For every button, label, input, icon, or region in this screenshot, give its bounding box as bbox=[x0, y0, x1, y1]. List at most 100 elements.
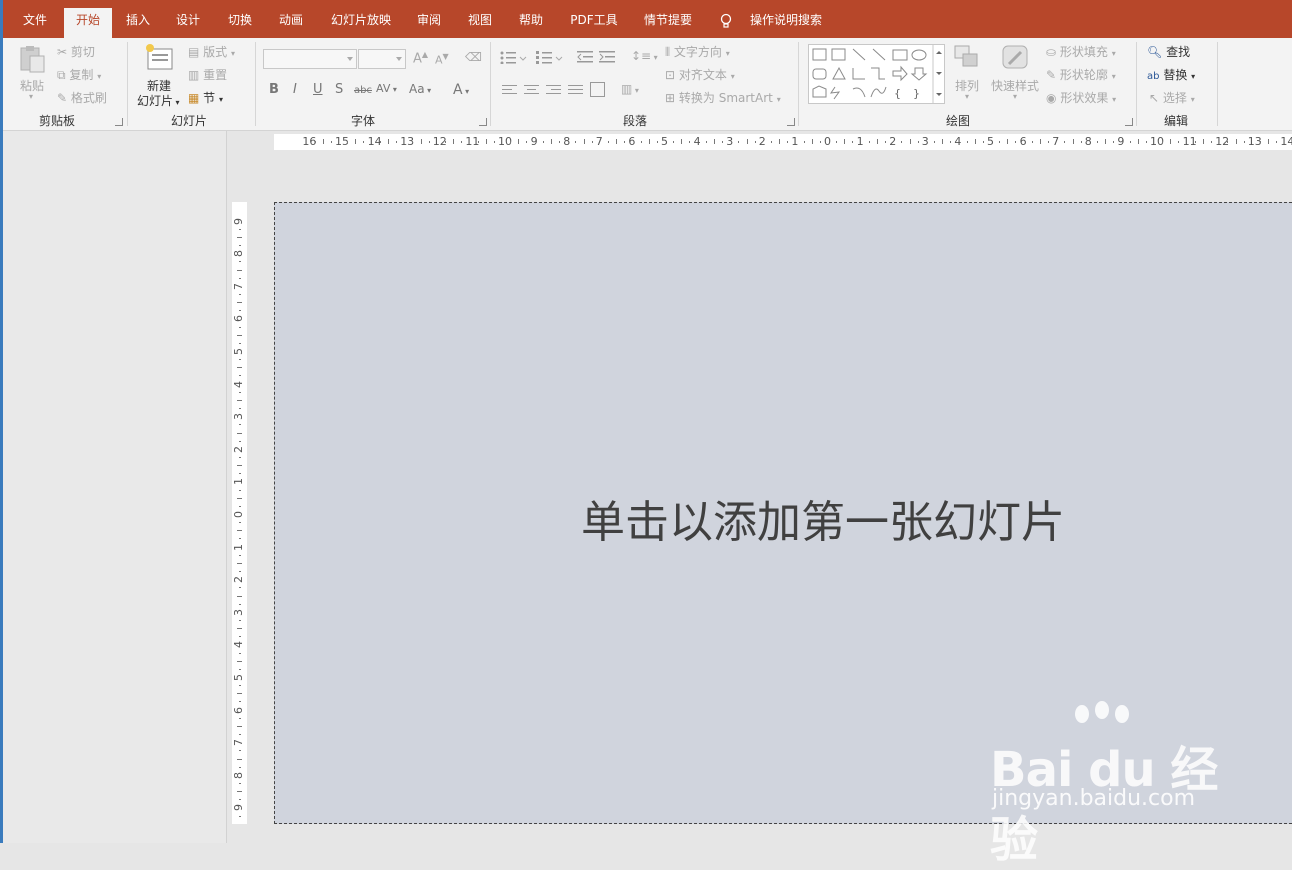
tab-design[interactable]: 设计 bbox=[166, 0, 210, 38]
font-name-combo[interactable] bbox=[263, 49, 357, 69]
ruler-tick bbox=[518, 139, 520, 144]
ruler-tick bbox=[583, 139, 585, 144]
ruler-label: 1 bbox=[856, 135, 864, 148]
ruler-tick bbox=[239, 685, 241, 687]
numbering-icon[interactable] bbox=[536, 50, 564, 67]
watermark-url: jingyan.baidu.com bbox=[992, 786, 1196, 811]
ruler-label: 7 bbox=[232, 739, 245, 747]
tab-file[interactable]: 文件 bbox=[9, 0, 61, 38]
tab-transitions[interactable]: 切换 bbox=[218, 0, 262, 38]
font-size-combo[interactable] bbox=[358, 49, 406, 69]
layout-button[interactable]: ▤ 版式 ▾ bbox=[188, 43, 235, 60]
ruler-tick bbox=[239, 359, 241, 361]
tab-review[interactable]: 审阅 bbox=[407, 0, 451, 38]
paragraph-launcher-icon[interactable] bbox=[787, 118, 795, 126]
ruler-label: 8 bbox=[563, 135, 571, 148]
align-right-icon[interactable] bbox=[546, 85, 561, 97]
ruler-label: 7 bbox=[232, 282, 245, 290]
tab-slideshow[interactable]: 幻灯片放映 bbox=[323, 0, 399, 38]
ruler-label: 6 bbox=[232, 315, 245, 323]
underline-button[interactable]: U bbox=[313, 82, 323, 97]
drawing-launcher-icon[interactable] bbox=[1125, 118, 1133, 126]
tab-help[interactable]: 帮助 bbox=[509, 0, 553, 38]
clipboard-launcher-icon[interactable] bbox=[115, 118, 123, 126]
shape-fill-button[interactable]: ⛀ 形状填充 ▾ bbox=[1046, 43, 1116, 60]
char-spacing-button[interactable]: AV ▾ bbox=[376, 82, 397, 95]
reset-button[interactable]: ▥ 重置 bbox=[188, 66, 227, 83]
ruler-tick bbox=[885, 141, 887, 143]
ruler-tick bbox=[722, 141, 724, 143]
font-launcher-icon[interactable] bbox=[479, 118, 487, 126]
paste-icon[interactable] bbox=[17, 44, 47, 73]
font-color-button[interactable]: A ▾ bbox=[453, 82, 469, 98]
ruler-tick bbox=[237, 334, 242, 336]
ruler-tick bbox=[237, 236, 242, 238]
bullets-icon[interactable] bbox=[500, 50, 528, 67]
ruler-tick bbox=[999, 141, 1001, 143]
tab-animations[interactable]: 动画 bbox=[269, 0, 313, 38]
slide-placeholder-text[interactable]: 单击以添加第一张幻灯片 bbox=[581, 486, 1065, 550]
grow-font-button[interactable]: A▲ bbox=[413, 50, 428, 66]
align-text-button[interactable]: ⊡ 对齐文本 ▾ bbox=[665, 66, 735, 83]
ruler-tick bbox=[314, 141, 316, 143]
tell-me-search[interactable]: 操作说明搜索 bbox=[743, 0, 829, 38]
justify-icon[interactable] bbox=[568, 85, 583, 97]
ruler-tick bbox=[876, 139, 878, 144]
new-slide-dropdown[interactable]: 幻灯片 ▾ bbox=[137, 92, 180, 109]
arrange-icon[interactable] bbox=[953, 44, 981, 70]
shadow-button[interactable]: S bbox=[335, 82, 343, 97]
ruler-tick bbox=[1048, 141, 1050, 143]
align-center-icon[interactable] bbox=[524, 85, 539, 97]
align-text-icon: ⊡ bbox=[665, 68, 676, 82]
increase-indent-icon[interactable] bbox=[599, 50, 615, 67]
align-left-icon[interactable] bbox=[502, 85, 517, 97]
quick-styles-icon[interactable] bbox=[1001, 44, 1031, 72]
ruler-label: 3 bbox=[232, 413, 245, 421]
ruler-label: 14 bbox=[1280, 135, 1292, 148]
find-button[interactable]: 🔍︎ 查找 bbox=[1147, 43, 1190, 60]
format-painter-button[interactable]: ✎ 格式刷 bbox=[57, 89, 107, 106]
tab-insert[interactable]: 插入 bbox=[116, 0, 160, 38]
ruler-tick bbox=[493, 141, 495, 143]
replace-button[interactable]: ab 替换 ▾ bbox=[1147, 66, 1195, 83]
ruler-tick bbox=[1113, 141, 1115, 143]
smartart-button[interactable]: ⊞ 转换为 SmartArt ▾ bbox=[665, 89, 781, 106]
slide-thumbnail-pane[interactable] bbox=[3, 131, 227, 843]
strikethrough-button[interactable]: abc bbox=[354, 85, 372, 96]
ruler-tick bbox=[239, 554, 241, 556]
tab-view[interactable]: 视图 bbox=[458, 0, 502, 38]
ruler-label: 6 bbox=[628, 135, 636, 148]
change-case-button[interactable]: Aa ▾ bbox=[409, 82, 431, 96]
shape-outline-button[interactable]: ✎ 形状轮廓 ▾ bbox=[1046, 66, 1116, 83]
ruler-tick bbox=[239, 310, 241, 312]
italic-button[interactable]: I bbox=[293, 82, 297, 97]
ruler-tick bbox=[239, 538, 241, 540]
clear-format-icon[interactable]: ⌫ bbox=[465, 50, 482, 64]
tab-storyboard[interactable]: 情节提要 bbox=[635, 0, 701, 38]
copy-button[interactable]: ⧉ 复制 ▾ bbox=[57, 66, 101, 83]
new-slide-icon[interactable] bbox=[144, 42, 176, 72]
ruler-tick bbox=[379, 141, 381, 143]
ruler-label: 8 bbox=[232, 771, 245, 779]
shape-effects-button[interactable]: ◉ 形状效果 ▾ bbox=[1046, 89, 1116, 106]
text-direction-button[interactable]: ⫴ 文字方向 ▾ bbox=[665, 43, 730, 60]
ruler-tick bbox=[966, 141, 968, 143]
ruler-tick bbox=[909, 139, 911, 144]
ruler-label: 4 bbox=[232, 641, 245, 649]
decrease-indent-icon[interactable] bbox=[577, 50, 593, 67]
ruler-tick bbox=[974, 139, 976, 144]
tab-home[interactable]: 开始 bbox=[64, 8, 112, 38]
line-spacing-icon[interactable]: ↕≡ ▾ bbox=[631, 49, 658, 63]
shrink-font-button[interactable]: A▼ bbox=[435, 52, 449, 67]
shapes-gallery[interactable]: {} bbox=[808, 44, 945, 104]
select-button[interactable]: ↖ 选择 ▾ bbox=[1149, 89, 1195, 106]
distributed-icon[interactable] bbox=[590, 82, 605, 97]
section-button[interactable]: ▦ 节 ▾ bbox=[188, 89, 223, 106]
bold-button[interactable]: B bbox=[269, 82, 279, 97]
cut-button[interactable]: ✂ 剪切 bbox=[57, 43, 95, 60]
ruler-label: 0 bbox=[232, 511, 245, 518]
effects-icon: ◉ bbox=[1046, 91, 1057, 105]
ruler-label: 2 bbox=[232, 576, 245, 584]
columns-icon[interactable]: ▥ ▾ bbox=[621, 82, 639, 96]
tab-pdf-tools[interactable]: PDF工具 bbox=[563, 0, 625, 38]
